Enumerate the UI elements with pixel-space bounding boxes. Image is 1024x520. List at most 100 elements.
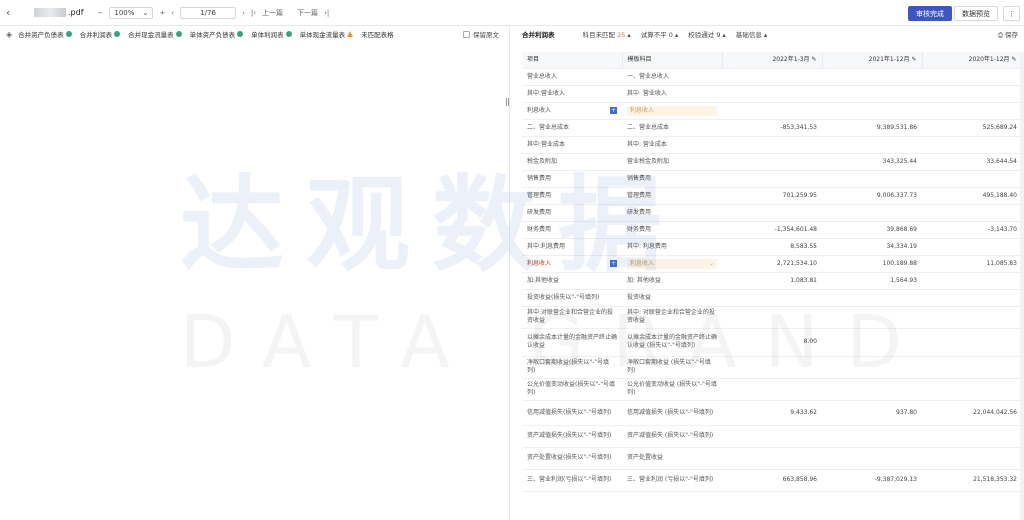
cell-value-2021[interactable] <box>822 204 922 222</box>
table-row[interactable]: 资产处置收益(损失以"-"号填列) 资产处置收益 <box>522 447 1022 470</box>
cell-template[interactable]: 资产减值损失 (损失以"-"号填列) <box>622 425 722 448</box>
edit-icon[interactable]: ✎ <box>911 56 916 63</box>
table-row[interactable]: 财务费用 财务费用 -1,354,601.48 39,868.69 -3,143.70 <box>522 221 1022 239</box>
pane-resize-handle[interactable] <box>506 98 509 106</box>
table-row[interactable]: 税金及附加 营业税金及附加 343,325.44 33,644.54 <box>522 153 1022 171</box>
cell-value-2021[interactable] <box>822 425 922 448</box>
cell-value-2020[interactable] <box>922 102 1022 120</box>
template-select[interactable]: 利息收入 ⌄ <box>627 258 717 269</box>
table-row[interactable]: 投资收益(损失以"-"号填列) 投资收益 <box>522 289 1022 307</box>
cell-value-2022q1[interactable]: 8,583.55 <box>722 238 822 256</box>
cell-value-2021[interactable] <box>822 136 922 154</box>
cell-template[interactable]: 公允价值变动收益 (损失以"-"号填列) <box>622 378 722 401</box>
cell-value-2021[interactable] <box>822 85 922 103</box>
cell-template[interactable]: 研发费用 <box>622 204 722 222</box>
cell-value-2022q1[interactable]: -1,354,601.48 <box>722 221 822 239</box>
cell-value-2020[interactable]: 33,644.54 <box>922 153 1022 171</box>
filter-unmatched[interactable]: 科目未匹配 25 ▴ <box>583 29 631 39</box>
cell-value-2021[interactable]: 39,868.69 <box>822 221 922 239</box>
last-doc-icon[interactable]: ›| <box>324 9 329 17</box>
cell-value-2022q1[interactable] <box>722 136 822 154</box>
cell-value-2021[interactable]: 1,564.93 <box>822 272 922 290</box>
cell-value-2021[interactable]: 100,189.88 <box>822 255 922 273</box>
prev-page-icon[interactable]: ‹ <box>171 9 174 17</box>
tab-single-balance[interactable]: 单体资产负债表 <box>190 29 244 39</box>
cell-template[interactable]: 一、营业总收入 <box>622 68 722 86</box>
cell-value-2020[interactable]: 495,188.40 <box>922 187 1022 205</box>
cell-value-2021[interactable]: -9,387,029.13 <box>822 469 922 492</box>
table-row[interactable]: + 利息收入 利息收入 <box>522 102 1022 120</box>
cell-value-2020[interactable] <box>922 289 1022 307</box>
cell-value-2020[interactable]: 21,518,353.32 <box>922 469 1022 492</box>
page-input[interactable]: 1/76 <box>180 6 237 19</box>
cell-template[interactable]: 资产处置收益 <box>622 447 722 470</box>
cell-template[interactable]: 投资收益 <box>622 289 722 307</box>
cell-value-2021[interactable] <box>822 447 922 470</box>
cell-value-2022q1[interactable] <box>722 425 822 448</box>
cell-template[interactable]: 三、营业利润 (亏损以"-"号填列) <box>622 469 722 492</box>
zoom-out-icon[interactable]: − <box>98 9 104 17</box>
keep-original-checkbox[interactable] <box>463 30 470 38</box>
cell-value-2020[interactable] <box>922 425 1022 448</box>
tab-consolidated-balance[interactable]: 合并资产负债表 <box>18 29 72 39</box>
cell-value-2021[interactable] <box>822 68 922 86</box>
table-row[interactable]: 信用减值损失(损失以"-"号填列) 信用减值损失 (损失以"-"号填列) 9,433… <box>522 400 1022 426</box>
cell-value-2021[interactable]: 9,006,337.73 <box>822 187 922 205</box>
cell-template[interactable]: 加: 其他收益 <box>622 272 722 290</box>
cell-value-2021[interactable]: 34,334.19 <box>822 238 922 256</box>
next-doc-button[interactable]: 下一篇 <box>297 8 318 18</box>
more-icon[interactable]: ⋮ <box>1003 6 1020 21</box>
cell-value-2020[interactable]: -3,143.70 <box>922 221 1022 239</box>
table-row[interactable]: 其中:营业成本 其中: 营业成本 <box>522 136 1022 154</box>
tab-unmatched[interactable]: 未匹配表格 <box>361 29 394 39</box>
cell-value-2020[interactable] <box>922 238 1022 256</box>
cell-value-2022q1[interactable] <box>722 204 822 222</box>
cell-value-2022q1[interactable] <box>722 356 822 379</box>
table-row[interactable]: 净敞口套期收益(损失以"-"号填列) 净敞口套期收益 (损失以"-"号填列) <box>522 356 1022 379</box>
table-row[interactable]: 二、营业总成本 二、营业总成本 -853,341.53 9,389,531.86 525… <box>522 119 1022 137</box>
cell-value-2020[interactable] <box>922 68 1022 86</box>
cell-value-2022q1[interactable] <box>722 306 822 329</box>
table-row[interactable]: 三、营业利润(亏损以"-"号填列) 三、营业利润 (亏损以"-"号填列) 663,8… <box>522 469 1022 492</box>
add-icon[interactable]: + <box>610 259 617 267</box>
filter-passed[interactable]: 校验通过 9 ▴ <box>688 29 726 39</box>
table-row[interactable]: 加:其他收益 加: 其他收益 1,083.81 1,564.93 <box>522 272 1022 290</box>
cell-value-2022q1[interactable] <box>722 447 822 470</box>
table-row[interactable]: 其中:利息费用 其中: 利息费用 8,583.55 34,334.19 <box>522 238 1022 256</box>
cell-value-2022q1[interactable]: 2,721,534.10 <box>722 255 822 273</box>
tab-consolidated-income[interactable]: 合并利润表 <box>80 29 121 39</box>
table-row[interactable]: 其中:营业收入 其中: 营业收入 <box>522 85 1022 103</box>
cell-value-2022q1[interactable]: 8.00 <box>722 328 822 357</box>
save-button[interactable]: ⎙ 保存 <box>998 29 1018 40</box>
cell-template[interactable]: 其中: 对联营企业和合营企业的投资收益 <box>622 306 722 329</box>
cell-value-2022q1[interactable]: 1,083.81 <box>722 272 822 290</box>
vertical-scrollbar[interactable] <box>1020 52 1024 520</box>
cell-value-2020[interactable] <box>922 170 1022 188</box>
cell-value-2021[interactable] <box>822 356 922 379</box>
template-select[interactable]: 利息收入 <box>627 105 717 116</box>
cell-value-2020[interactable] <box>922 306 1022 329</box>
cell-value-2020[interactable] <box>922 378 1022 401</box>
cell-value-2020[interactable] <box>922 272 1022 290</box>
cell-value-2021[interactable] <box>822 306 922 329</box>
cell-value-2022q1[interactable]: -853,341.53 <box>722 119 822 137</box>
table-row[interactable]: + 利息收入 利息收入 ⌄ 2,721,534.10 100,189.88 11,085.8… <box>522 255 1022 273</box>
cell-value-2021[interactable]: 343,325.44 <box>822 153 922 171</box>
cell-value-2020[interactable]: 22,044,042.56 <box>922 400 1022 426</box>
cell-value-2020[interactable] <box>922 447 1022 470</box>
cell-template[interactable]: 管理费用 <box>622 187 722 205</box>
cell-value-2022q1[interactable] <box>722 289 822 307</box>
layers-icon[interactable]: ◈ <box>6 30 12 39</box>
cell-value-2020[interactable] <box>922 85 1022 103</box>
cell-template[interactable]: 二、营业总成本 <box>622 119 722 137</box>
cell-template[interactable]: 以摊余成本计量的金融资产终止确认收益 (损失以"-"号填列) <box>622 328 722 357</box>
table-row[interactable]: 研发费用 研发费用 <box>522 204 1022 222</box>
cell-template[interactable]: 营业税金及附加 <box>622 153 722 171</box>
cell-value-2021[interactable] <box>822 378 922 401</box>
cell-value-2022q1[interactable]: 663,858.96 <box>722 469 822 492</box>
table-row[interactable]: 管理费用 管理费用 701,259.95 9,006,337.73 495,188.40 <box>522 187 1022 205</box>
edit-icon[interactable]: ✎ <box>811 56 816 63</box>
cell-value-2022q1[interactable]: 701,259.95 <box>722 187 822 205</box>
cell-value-2022q1[interactable] <box>722 170 822 188</box>
cell-value-2022q1[interactable] <box>722 378 822 401</box>
